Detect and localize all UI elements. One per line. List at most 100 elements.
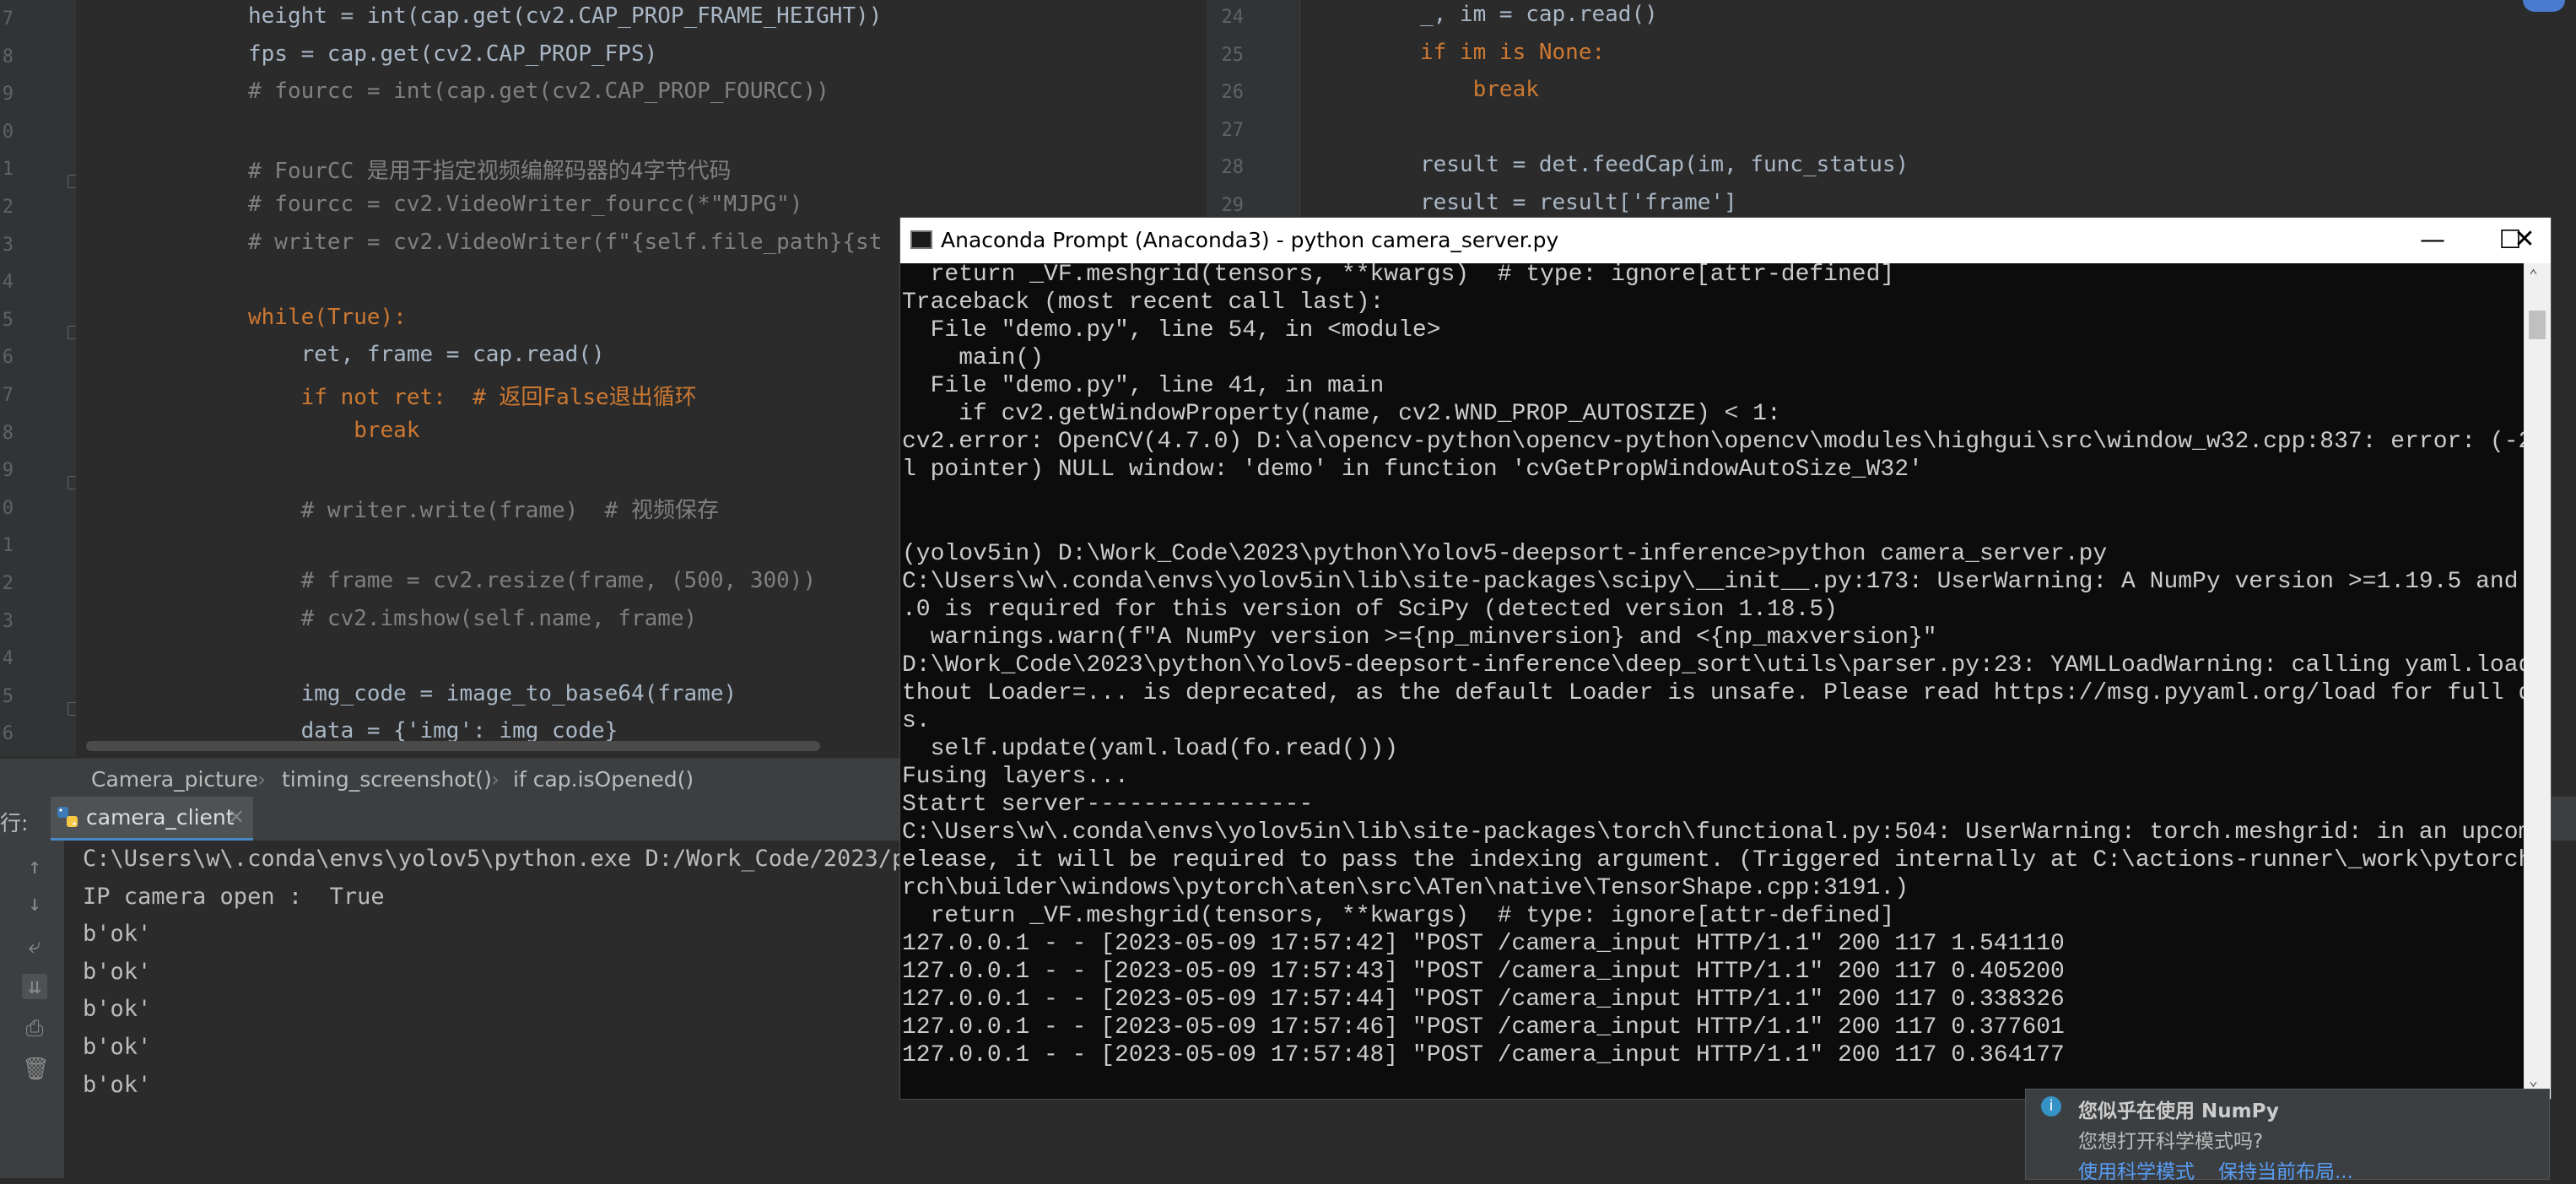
terminal-line: return _VF.meshgrid(tensors, **kwargs) #… — [902, 903, 1895, 930]
line-number: 0 — [2, 121, 14, 143]
line-number: 9 — [2, 460, 14, 482]
scroll-to-end-icon[interactable]: ⇊ — [22, 974, 47, 999]
use-scientific-mode-link[interactable]: 使用科学模式 — [2078, 1155, 2195, 1184]
code-line: fps = cap.get(cv2.CAP_PROP_FPS) — [248, 41, 658, 67]
console-line: b'ok' — [83, 1071, 152, 1098]
line-number: 2 — [2, 197, 14, 218]
left-editor-gutter: 7 8 9 0 1 2 3 4 5 6 7 8 9 0 1 2 3 4 5 6 — [0, 0, 79, 756]
line-number: 25 — [1221, 44, 1245, 66]
console-line: b'ok' — [83, 921, 152, 948]
line-number: 2 — [2, 573, 14, 594]
terminal-line: (yolov5in) D:\Work_Code\2023\python\Yolo… — [902, 540, 2108, 567]
terminal-line: return _VF.meshgrid(tensors, **kwargs) #… — [902, 263, 1895, 288]
line-number: 7 — [2, 385, 14, 406]
line-number: 8 — [2, 46, 14, 68]
arrow-up-icon[interactable]: ↑ — [22, 854, 47, 879]
line-number: 1 — [2, 535, 14, 557]
terminal-line: if cv2.getWindowProperty(name, cv2.WND_P… — [902, 401, 1781, 428]
scrollbar-thumb[interactable] — [2529, 311, 2546, 339]
code-line: # writer.write(frame) # 视频保存 — [248, 497, 719, 523]
line-number: 3 — [2, 610, 14, 632]
code-line: # frame = cv2.resize(frame, (500, 300)) — [248, 568, 817, 593]
line-number: 26 — [1221, 82, 1245, 104]
line-number: 8 — [2, 422, 14, 444]
scroll-up-icon[interactable]: ⌃ — [2529, 267, 2538, 284]
console-line: b'ok' — [83, 1034, 152, 1060]
line-number: 27 — [1221, 119, 1245, 141]
code-line: while(True): — [248, 304, 407, 330]
print-icon[interactable]: ⎙ — [22, 1016, 47, 1041]
code-line: ret, frame = cap.read() — [248, 342, 605, 368]
notification-title: 您似乎在使用 NumPy — [2078, 1100, 2279, 1122]
scroll-down-icon[interactable]: ⌄ — [2529, 1072, 2538, 1089]
code-line: data = {'img': img_code} — [248, 718, 618, 744]
console-line: b'ok' — [83, 996, 152, 1023]
code-line: result = result['frame'] — [1420, 190, 1737, 215]
terminal-line: s. — [902, 707, 931, 734]
terminal-scrollbar[interactable]: ⌃ ⌄ — [2524, 263, 2551, 1099]
terminal-line: cv2.error: OpenCV(4.7.0) D:\a\opencv-pyt… — [902, 429, 2524, 456]
run-panel-label: 行: — [0, 811, 29, 835]
code-line: # cv2.imshow(self.name, frame) — [248, 605, 698, 631]
code-line: # fourcc = cv2.VideoWriter_fourcc(*"MJPG… — [248, 192, 803, 217]
code-line: if not ret: # 返回False退出循环 — [248, 385, 697, 410]
code-line: result = det.feedCap(im, func_status) — [1420, 152, 1909, 178]
terminal-line: .0 is required for this version of SciPy… — [902, 596, 1838, 623]
terminal-line: File "demo.py", line 54, in <module> — [902, 317, 1441, 344]
editor-horizontal-scrollbar[interactable] — [86, 741, 820, 751]
code-line: break — [248, 417, 420, 443]
terminal-titlebar[interactable]: Anaconda Prompt (Anaconda3) - python cam… — [900, 218, 2551, 263]
console-line: b'ok' — [83, 958, 152, 985]
terminal-line: Fusing layers... — [902, 763, 1129, 790]
console-line: C:\Users\w\.conda\envs\yolov5\python.exe… — [83, 846, 920, 872]
terminal-line: Traceback (most recent call last): — [902, 289, 1385, 316]
breadcrumb-item-class[interactable]: Camera_picture — [91, 767, 258, 792]
terminal-line: main() — [902, 345, 1045, 372]
line-number: 7 — [2, 8, 14, 30]
terminal-line: 127.0.0.1 - - [2023-05-09 17:57:46] "POS… — [902, 1014, 2065, 1041]
soft-wrap-icon[interactable]: ⤶ — [22, 933, 47, 959]
terminal-line: Statrt server---------------- — [902, 791, 1314, 818]
terminal-line: 127.0.0.1 - - [2023-05-09 17:57:44] "POS… — [902, 987, 2065, 1014]
code-line: # FourCC 是用于指定视频编解码器的4字节代码 — [248, 159, 732, 185]
breadcrumb-item-if[interactable]: if cap.isOpened() — [513, 767, 694, 792]
breadcrumb: Camera_picture › timing_screenshot() › i… — [0, 758, 903, 797]
keep-layout-link[interactable]: 保持当前布局... — [2218, 1155, 2353, 1184]
trash-icon[interactable]: 🗑 — [22, 1057, 50, 1082]
tab-label: camera_client — [86, 805, 235, 830]
code-line: break — [1420, 77, 1539, 103]
close-button[interactable]: ✕ — [2498, 217, 2552, 262]
terminal-line: self.update(yaml.load(fo.read())) — [902, 735, 1399, 762]
line-number: 6 — [2, 347, 14, 369]
terminal-line: elease, it will be required to pass the … — [902, 847, 2524, 874]
line-number: 5 — [2, 309, 14, 331]
line-number: 6 — [2, 723, 14, 745]
code-line: img_code = image_to_base64(frame) — [248, 680, 737, 706]
line-number: 29 — [1221, 195, 1245, 216]
line-number: 4 — [2, 648, 14, 670]
anaconda-prompt-window[interactable]: Anaconda Prompt (Anaconda3) - python cam… — [899, 217, 2552, 1100]
breadcrumb-item-method[interactable]: timing_screenshot() — [282, 767, 492, 792]
terminal-line: D:\Work_Code\2023\python\Yolov5-deepsort… — [902, 651, 2524, 679]
code-line: _, im = cap.read() — [1420, 2, 1658, 27]
line-number: 4 — [2, 272, 14, 294]
terminal-line: 127.0.0.1 - - [2023-05-09 17:57:43] "POS… — [902, 959, 2065, 986]
arrow-down-icon[interactable]: ↓ — [22, 891, 47, 916]
line-number: 3 — [2, 234, 14, 256]
terminal-line: l pointer) NULL window: 'demo' in functi… — [902, 457, 1923, 484]
tab-close-icon[interactable]: × — [228, 804, 245, 828]
code-line: if im is None: — [1420, 39, 1606, 65]
terminal-line: 127.0.0.1 - - [2023-05-09 17:57:42] "POS… — [902, 931, 2065, 958]
tab-camera-client[interactable]: camera_client × — [51, 797, 253, 841]
console-line: IP camera open : True — [83, 883, 385, 910]
code-line: # fourcc = int(cap.get(cv2.CAP_PROP_FOUR… — [248, 78, 829, 105]
ide-status-indicator — [2523, 0, 2565, 12]
line-number: 28 — [1221, 157, 1245, 179]
line-number: 1 — [2, 159, 14, 181]
run-toolbar: ↑ ↓ ⤶ ⇊ ⎙ 🗑 — [0, 841, 65, 1178]
terminal-app-icon — [910, 230, 932, 249]
code-line: height = int(cap.get(cv2.CAP_PROP_FRAME_… — [248, 3, 883, 29]
terminal-output[interactable]: return _VF.meshgrid(tensors, **kwargs) #… — [900, 263, 2524, 1099]
terminal-line: warnings.warn(f"A NumPy version >={np_mi… — [902, 624, 1937, 651]
minimize-button[interactable]: — — [2394, 218, 2471, 263]
